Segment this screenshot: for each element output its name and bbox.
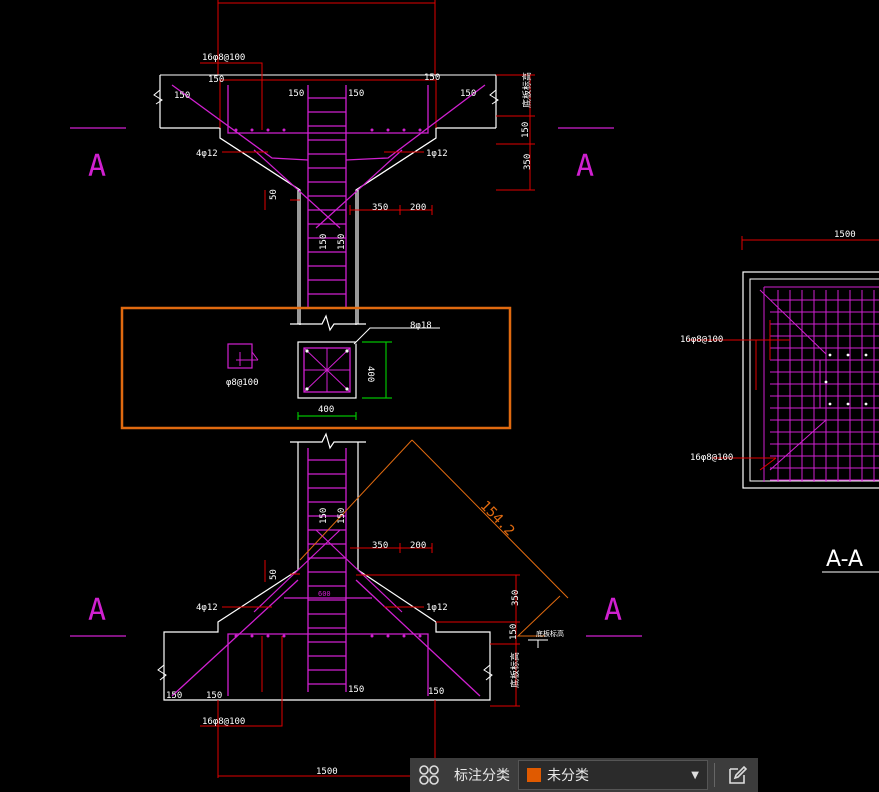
section-title: A-A [826, 547, 863, 572]
category-select[interactable]: 未分类 ▼ [518, 760, 708, 790]
rebar-16-right2: 16φ8@100 [690, 453, 733, 463]
elev-top: 底板标高 [521, 72, 533, 108]
highlight-box[interactable] [120, 306, 512, 430]
dim-150-e: 150 [348, 89, 364, 99]
top-foundation [153, 0, 535, 332]
section-mark-a-1: A [88, 149, 106, 184]
annotation-toolbar: 标注分类 未分类 ▼ [410, 758, 758, 792]
plan-view: 1500 16φ8@100 16φ8@100 A-A [680, 230, 879, 573]
dim-150-col-b: 150 [337, 234, 347, 250]
category-selected-value: 未分类 [547, 768, 589, 784]
dim-150-c: 150 [174, 91, 190, 101]
dim-150-d: 150 [288, 89, 304, 99]
dim-150-bot-right: 150 [509, 624, 519, 640]
dim-1500-plan: 1500 [834, 230, 856, 240]
dim-150-col-d: 150 [337, 508, 347, 524]
section-mark-a-4: A [604, 593, 622, 628]
dim-350-bot-right: 350 [511, 590, 521, 606]
dim-350-bot: 350 [372, 541, 388, 551]
column-section-group[interactable]: φ8@100 8φ18 400 400 [120, 306, 512, 430]
dim-350-right: 350 [523, 154, 533, 170]
dim-150-i: 150 [348, 685, 364, 695]
edit-icon[interactable] [721, 758, 755, 792]
dim-50-top: 50 [269, 189, 279, 200]
rebar-8: 8φ18 [410, 321, 432, 331]
dim-200-bot: 200 [410, 541, 426, 551]
dim-150-right: 150 [521, 122, 531, 138]
dim-400-vert: 400 [365, 366, 375, 382]
dim-200-top: 200 [410, 203, 426, 213]
elev-mid: 底板标高 [536, 629, 564, 638]
rebar-1-bot: 1φ12 [426, 603, 448, 613]
dim-150-g: 150 [166, 691, 182, 701]
rebar-16-bottom: 16φ8@100 [202, 717, 245, 727]
dim-150-col-c: 150 [319, 508, 329, 524]
dim-150-j: 150 [428, 687, 444, 697]
category-color-swatch [527, 768, 541, 782]
gap-text: 600 [318, 590, 331, 598]
dim-150-h: 150 [206, 691, 222, 701]
rebar-1-top: 1φ12 [426, 149, 448, 159]
chevron-down-icon: ▼ [691, 769, 699, 781]
section-mark-a-3: A [88, 593, 106, 628]
rebar-16-right1: 16φ8@100 [680, 335, 723, 345]
section-mark-a-2: A [576, 149, 594, 184]
annotation-category-label: 标注分类 [454, 768, 510, 784]
cad-drawing[interactable]: A A A A 150 150 150 150 150 150 16φ8@100… [0, 0, 879, 792]
dim-150-f: 150 [460, 89, 476, 99]
dim-150-col-a: 150 [319, 234, 329, 250]
bottom-dimension-texts: 350 200 50 4φ12 1φ12 600 150 150 350 150… [166, 498, 564, 777]
dim-150-a: 150 [208, 75, 224, 85]
toolbar-divider [714, 763, 715, 787]
dim-1500-bottom: 1500 [316, 767, 338, 777]
dim-400-horiz: 400 [318, 405, 334, 415]
rebar-16-top: 16φ8@100 [202, 53, 245, 63]
aligned-dim: 154.2 [477, 498, 518, 539]
dim-150-b: 150 [424, 73, 440, 83]
dim-50-bot: 50 [269, 569, 279, 580]
dim-350-top: 350 [372, 203, 388, 213]
rebar-4-top: 4φ12 [196, 149, 218, 159]
rebar-4-bot: 4φ12 [196, 603, 218, 613]
elev-bot: 底板标高 [509, 652, 521, 688]
grid-icon[interactable] [410, 758, 448, 792]
stirrup-label: φ8@100 [226, 378, 259, 388]
